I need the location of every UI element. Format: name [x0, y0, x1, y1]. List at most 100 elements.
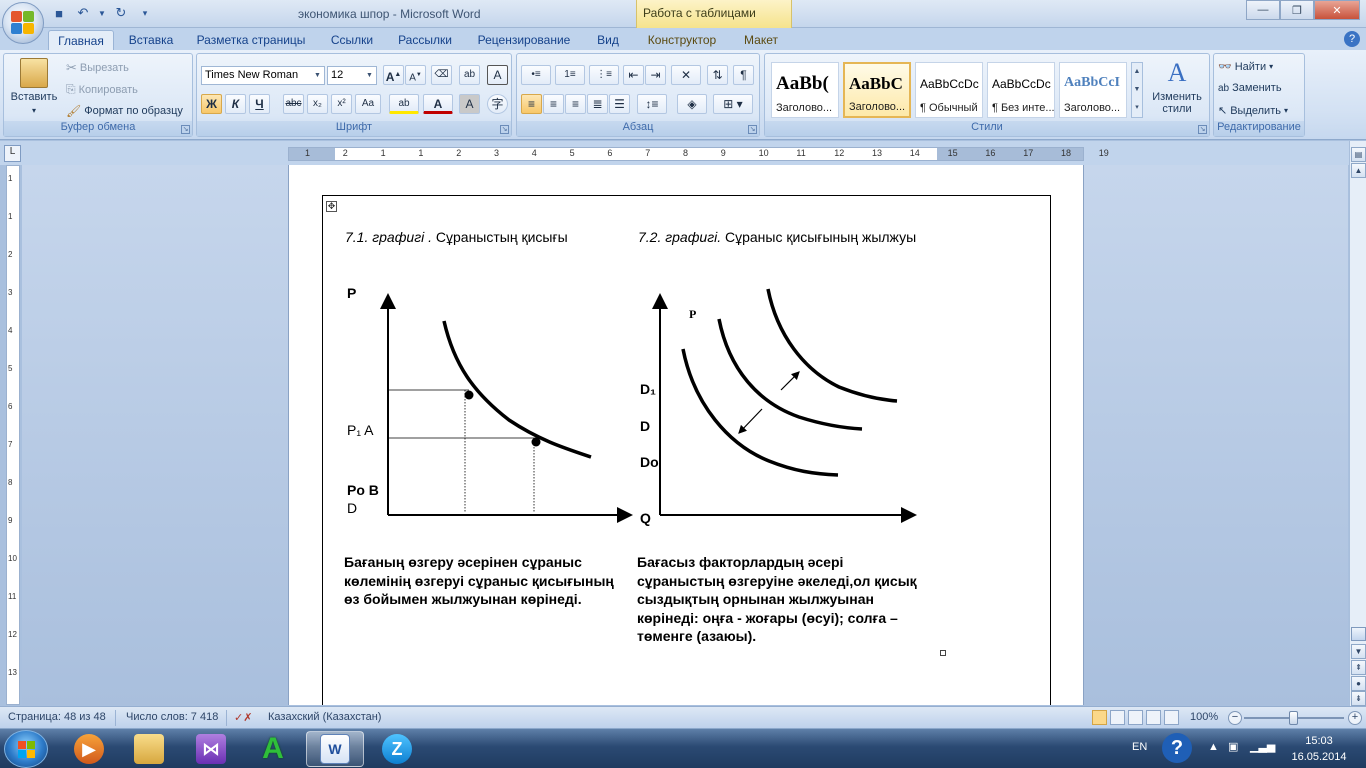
show-hidden-icons-icon[interactable]: ▲	[1208, 741, 1219, 768]
tab-insert[interactable]: Вставка	[122, 30, 180, 50]
font-color-button[interactable]: A	[423, 94, 453, 114]
network-icon[interactable]: ▣	[1228, 740, 1238, 768]
zoom-out-icon[interactable]: −	[1228, 711, 1242, 725]
decrease-indent-button[interactable]: ⇤	[623, 65, 644, 85]
change-styles-button[interactable]: A Изменить стили	[1147, 58, 1207, 115]
document-area[interactable]: ✥ 7.1. графигі . Сұраныстың қисығы P P₁ …	[22, 165, 1348, 705]
scroll-down-icon[interactable]: ▼	[1351, 644, 1366, 659]
close-icon[interactable]: ✕	[1314, 0, 1360, 20]
bullets-button[interactable]: •≡	[521, 65, 551, 85]
taskbar-app-z[interactable]: Z	[368, 731, 426, 767]
align-center-button[interactable]: ≡	[543, 94, 564, 114]
language-status[interactable]: Казахский (Казахстан)	[268, 711, 381, 723]
taskbar-media-player[interactable]: ▶	[60, 731, 118, 767]
taskbar-explorer[interactable]	[120, 731, 178, 767]
zoom-in-icon[interactable]: +	[1348, 711, 1362, 725]
print-layout-view-icon[interactable]	[1092, 710, 1107, 725]
format-painter-button[interactable]: 🖌 Формат по образцу	[66, 104, 183, 118]
style-no-spacing[interactable]: AaBbCcDc ¶ Без инте...	[987, 62, 1055, 118]
superscript-button[interactable]: x²	[331, 94, 352, 114]
vertical-ruler[interactable]: 1 1 2 3 4 5 6 7 8 9 10 11 12 13	[6, 165, 20, 705]
cut-button[interactable]: ✂ Вырезать	[66, 60, 129, 76]
styles-scroll[interactable]: ▲ ▼ ▾	[1131, 62, 1143, 118]
tab-page-layout[interactable]: Разметка страницы	[192, 30, 310, 50]
word-count-status[interactable]: Число слов: 7 418	[126, 711, 218, 723]
paragraph-launcher-icon[interactable]: ↘	[748, 125, 757, 134]
paste-button[interactable]: Вставить ▾	[10, 58, 58, 115]
taskbar-visual-studio[interactable]: ⋈	[182, 731, 240, 767]
tab-review[interactable]: Рецензирование	[472, 30, 576, 50]
borders-button[interactable]: ⊞ ▾	[713, 94, 753, 114]
asian-layout-button[interactable]: ✕	[671, 65, 701, 85]
customize-qat-icon[interactable]: ▾	[136, 4, 154, 22]
numbering-button[interactable]: 1≡	[555, 65, 585, 85]
help-tray-icon[interactable]: ?	[1162, 733, 1192, 763]
office-button[interactable]	[2, 2, 44, 44]
italic-button[interactable]: К	[225, 94, 246, 114]
copy-button[interactable]: ⎘ Копировать	[66, 82, 138, 97]
distributed-button[interactable]: ☰	[609, 94, 630, 114]
redo-icon[interactable]: ↻	[112, 4, 130, 22]
shrink-font-button[interactable]: A▼	[405, 65, 426, 85]
tab-layout[interactable]: Макет	[736, 30, 786, 50]
minimize-icon[interactable]: —	[1246, 0, 1280, 20]
align-left-button[interactable]: ≡	[521, 94, 542, 114]
web-layout-view-icon[interactable]	[1128, 710, 1143, 725]
taskbar-word[interactable]: W	[306, 731, 364, 767]
help-icon[interactable]: ?	[1344, 31, 1360, 47]
character-shading-button[interactable]: A	[459, 94, 480, 114]
justify-button[interactable]: ≣	[587, 94, 608, 114]
browse-object-icon[interactable]: ●	[1351, 676, 1366, 691]
page-count-status[interactable]: Страница: 48 из 48	[8, 711, 106, 723]
horizontal-ruler[interactable]: 1 2 1 1 2 3 4 5 6 7 8 9 10 11 12 13 14 15 16 17 18 19	[288, 147, 1109, 161]
previous-page-icon[interactable]: ⇞	[1351, 660, 1366, 675]
styles-launcher-icon[interactable]: ↘	[1198, 125, 1207, 134]
character-border-button[interactable]: A	[487, 65, 508, 85]
grow-font-button[interactable]: A▲	[383, 65, 404, 85]
enclose-characters-button[interactable]: 字	[487, 94, 508, 114]
replace-button[interactable]: ab Заменить	[1218, 82, 1282, 94]
zoom-level[interactable]: 100%	[1190, 711, 1218, 723]
page[interactable]: ✥ 7.1. графигі . Сұраныстың қисығы P P₁ …	[288, 165, 1084, 705]
find-button[interactable]: 👓 Найти ▾	[1218, 60, 1273, 74]
ruler-toggle-icon[interactable]: ▤	[1351, 147, 1366, 162]
clipboard-launcher-icon[interactable]: ↘	[181, 125, 190, 134]
highlight-button[interactable]: ab	[389, 94, 419, 114]
proofing-icon[interactable]: ✓✗	[234, 711, 252, 724]
draft-view-icon[interactable]	[1164, 710, 1179, 725]
next-page-icon[interactable]: ⇟	[1351, 691, 1366, 706]
scroll-up-icon[interactable]: ▲	[1351, 163, 1366, 178]
style-heading2[interactable]: AaBbC Заголово...	[843, 62, 911, 118]
tab-mailings[interactable]: Рассылки	[392, 30, 458, 50]
select-button[interactable]: ↖ Выделить ▾	[1218, 104, 1288, 118]
taskbar-app-a[interactable]: A	[244, 731, 302, 767]
bold-button[interactable]: Ж	[201, 94, 222, 114]
tab-selector[interactable]: L	[4, 145, 21, 162]
language-indicator[interactable]: EN	[1132, 741, 1147, 768]
tab-references[interactable]: Ссылки	[326, 30, 378, 50]
align-right-button[interactable]: ≡	[565, 94, 586, 114]
increase-indent-button[interactable]: ⇥	[645, 65, 666, 85]
clock[interactable]: 15:03 16.05.2014	[1284, 733, 1354, 765]
tab-home[interactable]: Главная	[48, 30, 114, 52]
sort-button[interactable]: ⇅	[707, 65, 728, 85]
start-button[interactable]	[4, 730, 48, 768]
change-case-button[interactable]: Aa	[355, 94, 381, 114]
font-size-combo[interactable]: 12 ▼	[327, 66, 377, 85]
shading-button[interactable]: ◈	[677, 94, 707, 114]
table-resize-handle-icon[interactable]	[940, 650, 946, 656]
undo-dropdown-icon[interactable]: ▼	[98, 4, 106, 22]
tab-view[interactable]: Вид	[590, 30, 626, 50]
vertical-scrollbar[interactable]: ▤ ▲ ▼ ⇞ ● ⇟	[1349, 141, 1366, 706]
restore-icon[interactable]: ❐	[1280, 0, 1314, 20]
save-icon[interactable]: ■	[50, 4, 68, 22]
show-formatting-button[interactable]: ¶	[733, 65, 754, 85]
font-name-combo[interactable]: Times New Roman ▼	[201, 66, 325, 85]
strikethrough-button[interactable]: abc	[283, 94, 304, 114]
outline-view-icon[interactable]	[1146, 710, 1161, 725]
tab-design[interactable]: Конструктор	[640, 30, 724, 50]
line-spacing-button[interactable]: ↕≡	[637, 94, 667, 114]
font-launcher-icon[interactable]: ↘	[500, 125, 509, 134]
undo-icon[interactable]: ↶	[74, 4, 92, 22]
full-screen-reading-view-icon[interactable]	[1110, 710, 1125, 725]
